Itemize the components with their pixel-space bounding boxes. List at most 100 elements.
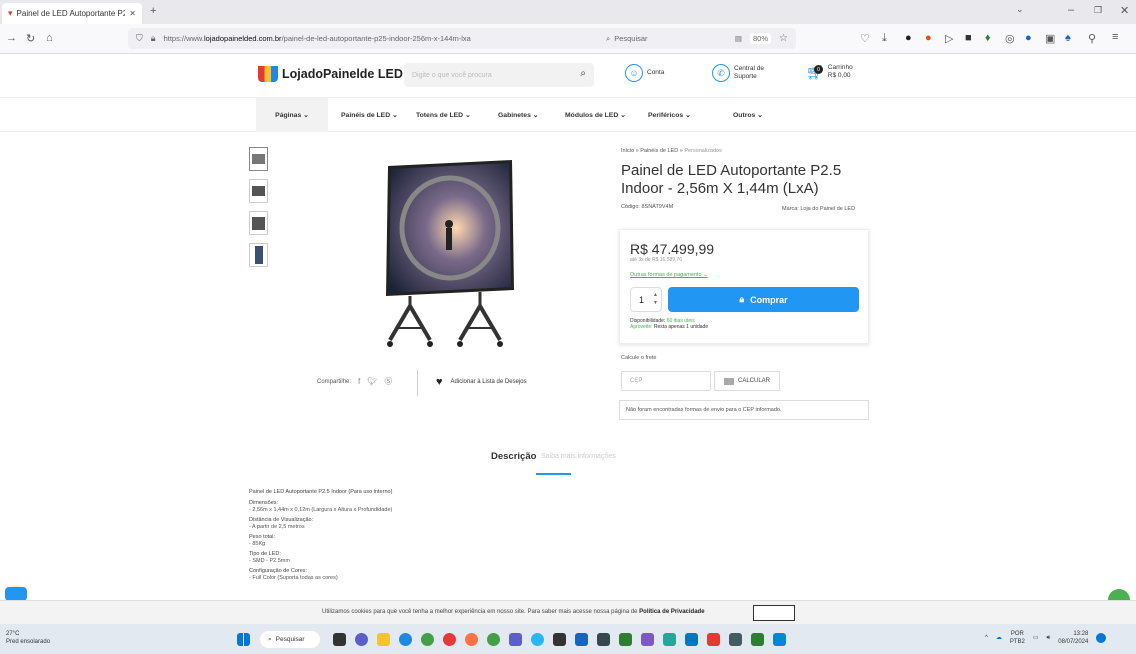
home-icon[interactable]: ⌂ xyxy=(46,32,53,44)
firefox-icon[interactable] xyxy=(465,633,478,646)
app-icon[interactable] xyxy=(685,633,698,646)
product-price: R$ 47.499,99 xyxy=(630,241,715,257)
extension-icon[interactable]: ▷ xyxy=(945,32,953,45)
clock[interactable]: 13:28 08/07/2024 xyxy=(1058,630,1088,646)
chat-icon[interactable] xyxy=(355,633,368,646)
app-icon[interactable] xyxy=(421,633,434,646)
close-window-icon[interactable]: ✕ xyxy=(1120,4,1129,17)
facebook-icon[interactable]: f xyxy=(358,377,360,386)
product-thumbnail[interactable] xyxy=(249,179,268,203)
app-icon[interactable] xyxy=(597,633,610,646)
app-icon[interactable] xyxy=(575,633,588,646)
extension-icon[interactable]: ● xyxy=(925,32,932,44)
extension-icon[interactable]: ◎ xyxy=(1005,32,1015,45)
menu-item-paginas[interactable]: Páginas ⌄ xyxy=(256,98,328,132)
menu-item-modulos[interactable]: Módulos de LED ⌄ xyxy=(557,98,634,132)
browser-tab[interactable]: ▾ Painel de LED Autoportante P2 ✕ xyxy=(2,3,142,24)
whatsapp-icon[interactable] xyxy=(487,633,500,646)
search-icon[interactable]: ⌕ xyxy=(580,68,586,79)
twitter-icon[interactable]: 🐦︎ xyxy=(367,377,377,386)
product-thumbnail[interactable] xyxy=(249,147,268,171)
menu-item-totens[interactable]: Totens de LED ⌄ xyxy=(408,98,479,132)
taskbar: 27°C Pred ensolarado ⌕ Pesquisar ^ ☁ POR… xyxy=(0,624,1136,654)
chrome-icon[interactable] xyxy=(443,633,456,646)
menu-item-perifericos[interactable]: Periféricos ⌄ xyxy=(640,98,699,132)
app-icon[interactable] xyxy=(663,633,676,646)
language-indicator[interactable]: POR PTB2 xyxy=(1010,630,1025,646)
teams-icon[interactable] xyxy=(509,633,522,646)
support-link[interactable]: ✆ Central de Suporte xyxy=(712,64,764,82)
buy-button[interactable]: 🔒︎ Comprar xyxy=(668,287,859,312)
product-thumbnail[interactable] xyxy=(249,243,268,267)
restore-icon[interactable]: ❐ xyxy=(1094,5,1102,16)
excel-icon[interactable] xyxy=(751,633,764,646)
tray-chevron-icon[interactable]: ^ xyxy=(985,634,988,642)
extension-icon[interactable]: ● xyxy=(905,32,912,44)
phone-icon: ✆ xyxy=(712,64,730,82)
account-link[interactable]: ☺ Conta xyxy=(625,64,664,82)
menu-item-gabinetes[interactable]: Gabinetes ⌄ xyxy=(490,98,546,132)
reload-icon[interactable]: ↻ xyxy=(26,32,35,45)
extension-icon[interactable]: ♦ xyxy=(985,32,991,44)
menu-icon[interactable]: ≡ xyxy=(1112,31,1118,43)
network-icon[interactable]: ▭ xyxy=(1033,634,1039,642)
description-value: - SMD - P2.5mm xyxy=(249,558,290,564)
other-payments-link[interactable]: Outras formas de pagamento ⌄ xyxy=(630,272,708,278)
tab-more-info[interactable]: Saiba mais informações xyxy=(541,453,616,460)
app-icon[interactable] xyxy=(531,633,544,646)
edge-icon[interactable] xyxy=(399,633,412,646)
extension-icon[interactable]: ▣ xyxy=(1045,32,1055,45)
description-value: - A partir de 2,5 metros xyxy=(249,524,305,530)
forward-icon[interactable]: → xyxy=(6,32,17,44)
site-header: LojadoPainelde LED Digite o que você pro… xyxy=(0,54,1136,98)
description-heading: Dimensões: xyxy=(249,500,279,506)
app-icon[interactable] xyxy=(773,633,786,646)
calculate-button[interactable]: CALCULAR xyxy=(714,371,780,391)
pinterest-icon[interactable]: ⓹ xyxy=(384,376,392,387)
breadcrumb-current[interactable]: Personalizados xyxy=(684,148,722,154)
minimize-icon[interactable]: – xyxy=(1068,4,1074,16)
menu-item-paineis[interactable]: Painéis de LED ⌄ xyxy=(333,98,406,132)
tab-description[interactable]: Descrição xyxy=(491,451,536,462)
weather-widget[interactable]: 27°C Pred ensolarado xyxy=(6,630,50,646)
wishlist-link[interactable]: ♥ Adicionar à Lista de Desejos xyxy=(436,376,527,388)
list-tabs-icon[interactable]: ⌄ xyxy=(1016,4,1024,15)
close-tab-icon[interactable]: ✕ xyxy=(129,9,136,18)
description-heading: Tipo de LED: xyxy=(249,551,281,557)
cep-input[interactable]: CEP xyxy=(621,371,711,391)
cookie-accept-button[interactable] xyxy=(753,605,795,621)
chat-button[interactable] xyxy=(5,587,27,601)
product-thumbnail[interactable] xyxy=(249,211,268,235)
url-text: https://www.lojadopainelded.com.br/paine… xyxy=(163,34,471,43)
onedrive-icon[interactable]: ☁ xyxy=(996,634,1002,642)
extensions-puzzle-icon[interactable]: ⚲ xyxy=(1088,32,1096,45)
download-icon[interactable]: ⤓ xyxy=(882,32,887,45)
app-icon[interactable] xyxy=(619,633,632,646)
taskbar-search[interactable]: ⌕ Pesquisar xyxy=(260,631,320,648)
task-view-icon[interactable] xyxy=(333,633,346,646)
notification-icon[interactable] xyxy=(1096,633,1107,643)
site-search-input[interactable]: Digite o que você procura ⌕ xyxy=(404,63,594,87)
breadcrumb-category[interactable]: Painéis de LED xyxy=(640,148,678,154)
app-icon[interactable] xyxy=(641,633,654,646)
menu-item-outros[interactable]: Outros ⌄ xyxy=(725,98,771,132)
windows-start-icon[interactable] xyxy=(237,633,250,646)
privacy-policy-link[interactable]: Política de Privacidade xyxy=(639,609,704,615)
quantity-spin-icon[interactable]: ▲ ▼ xyxy=(653,291,658,307)
app-icon[interactable] xyxy=(729,633,742,646)
extension-icon[interactable]: ♠ xyxy=(1065,32,1071,44)
app-icon[interactable] xyxy=(707,633,720,646)
app-icon[interactable] xyxy=(553,633,566,646)
extension-icon[interactable]: ■ xyxy=(965,32,972,44)
file-explorer-icon[interactable] xyxy=(377,633,390,646)
cart-link[interactable]: 🛒︎0 CarrinhoR$ 0,00 xyxy=(806,64,853,80)
extension-icon[interactable]: ● xyxy=(1025,32,1032,44)
quantity-stepper[interactable]: 1 ▲ ▼ xyxy=(630,287,662,312)
pocket-icon[interactable]: ♡ xyxy=(860,32,870,45)
breadcrumb-home[interactable]: Início xyxy=(621,148,634,154)
volume-icon[interactable]: 🔊︎ xyxy=(1047,634,1051,642)
site-logo[interactable]: LojadoPainelde LED xyxy=(258,66,403,82)
browser-search-box[interactable]: ⌕ Pesquisar xyxy=(600,28,796,49)
user-icon: ☺ xyxy=(625,64,643,82)
new-tab-icon[interactable]: + xyxy=(150,5,156,17)
